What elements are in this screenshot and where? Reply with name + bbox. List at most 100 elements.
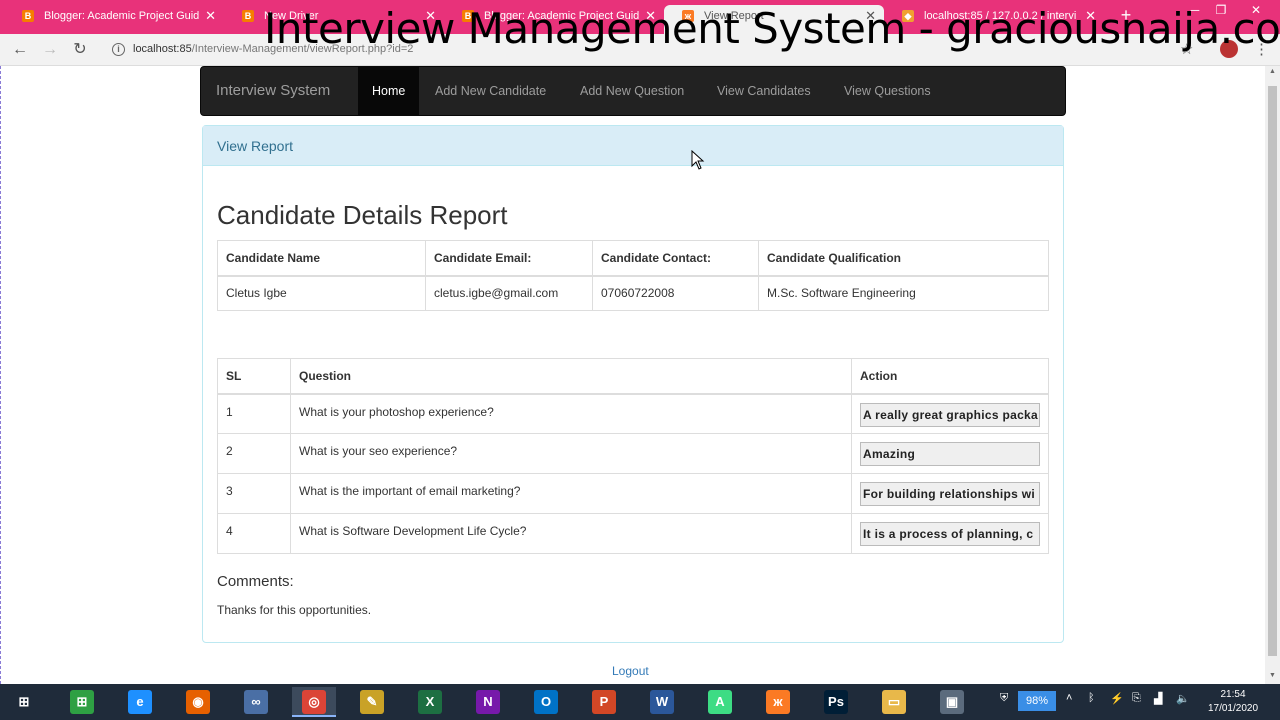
taskbar-app[interactable]: ⊞ xyxy=(2,687,46,717)
browser-tab[interactable]: B Blogger: Academic Project Guid ✕ xyxy=(4,5,224,34)
forward-icon[interactable]: → xyxy=(40,40,60,60)
candidate-name: Cletus Igbe xyxy=(217,275,426,311)
taskbar-app[interactable]: N xyxy=(466,687,510,717)
candidate-qualification: M.Sc. Software Engineering xyxy=(758,275,1049,311)
onenote-icon: N xyxy=(476,690,500,714)
taskbar-app[interactable]: A xyxy=(698,687,742,717)
store-icon: ⊞ xyxy=(70,690,94,714)
bluetooth-icon[interactable]: ᛒ xyxy=(1088,692,1095,704)
nav-add-new-candidate[interactable]: Add New Candidate xyxy=(421,67,560,115)
app-navbar: Interview System Home Add New Candidate … xyxy=(200,66,1066,116)
taskbar-app[interactable]: X xyxy=(408,687,452,717)
info-icon[interactable]: i xyxy=(112,43,125,56)
taskbar-app[interactable]: ▣ xyxy=(930,687,974,717)
column-header: Question xyxy=(290,358,852,395)
taskbar-app[interactable]: ж xyxy=(756,687,800,717)
volume-icon[interactable]: 🔈 xyxy=(1176,692,1190,705)
screen-recorder-icon: ▣ xyxy=(940,690,964,714)
comments-text: Thanks for this opportunities. xyxy=(217,603,372,617)
table-header-row: Candidate Name Candidate Email: Candidat… xyxy=(217,240,1049,277)
taskbar-app[interactable]: ◎ xyxy=(292,687,336,717)
table-row: 2 What is your seo experience? Amazing xyxy=(217,433,1049,474)
chevron-up-icon[interactable]: ˄ xyxy=(1066,692,1072,704)
comments-heading: Comments: xyxy=(217,573,294,590)
candidate-contact: 07060722008 xyxy=(592,275,759,311)
table-header-row: SL Question Action xyxy=(217,358,1049,395)
tab-label: Blogger: Academic Project Guid xyxy=(44,10,200,22)
question-text: What is Software Development Life Cycle? xyxy=(290,513,852,554)
column-header: Candidate Contact: xyxy=(592,240,759,277)
network-icon[interactable]: ⚡ xyxy=(1110,692,1124,705)
scrollbar[interactable]: ▲ ▼ xyxy=(1265,66,1280,684)
reload-icon[interactable]: ↻ xyxy=(70,40,90,60)
question-text: What is your seo experience? xyxy=(290,433,852,474)
battery-indicator[interactable]: 98% xyxy=(1018,691,1056,711)
answer-field[interactable]: Amazing xyxy=(860,442,1040,466)
answer-field[interactable]: It is a process of planning, c xyxy=(860,522,1040,546)
taskbar-app[interactable]: ⊞ xyxy=(60,687,104,717)
question-sl: 1 xyxy=(217,393,291,434)
logout-link[interactable]: Logout xyxy=(612,664,649,678)
blogger-icon: B xyxy=(22,10,34,22)
clock-time: 21:54 xyxy=(1220,689,1246,700)
chrome-icon: ◎ xyxy=(302,690,326,714)
questions-table: SL Question Action 1 What is your photos… xyxy=(217,358,1049,554)
clock-date: 17/01/2020 xyxy=(1207,703,1259,714)
outlook-icon: O xyxy=(534,690,558,714)
scroll-thumb[interactable] xyxy=(1268,86,1277,656)
taskbar-app[interactable]: Ps xyxy=(814,687,858,717)
nav-view-candidates[interactable]: View Candidates xyxy=(703,67,825,115)
file-explorer-icon: ▭ xyxy=(882,690,906,714)
candidate-table: Candidate Name Candidate Email: Candidat… xyxy=(217,240,1049,311)
excel-icon: X xyxy=(418,690,442,714)
blogger-icon: B xyxy=(242,10,254,22)
taskbar-app[interactable]: ▭ xyxy=(872,687,916,717)
scroll-down-icon[interactable]: ▼ xyxy=(1268,672,1277,679)
back-icon[interactable]: ← xyxy=(10,40,30,60)
column-header: Candidate Email: xyxy=(425,240,593,277)
shield-icon[interactable]: ⛨ xyxy=(1000,692,1008,705)
question-sl: 3 xyxy=(217,473,291,514)
windows-start-icon: ⊞ xyxy=(12,690,36,714)
panel-heading: View Report xyxy=(203,126,1063,166)
usb-icon[interactable]: ⎘ xyxy=(1132,692,1141,705)
column-header: Candidate Qualification xyxy=(758,240,1049,277)
table-row: 4 What is Software Development Life Cycl… xyxy=(217,513,1049,554)
nav-view-questions[interactable]: View Questions xyxy=(830,67,945,115)
question-text: What is your photoshop experience? xyxy=(290,393,852,434)
column-header: Action xyxy=(851,358,1049,395)
nav-add-new-question[interactable]: Add New Question xyxy=(566,67,698,115)
taskbar-app[interactable]: ∞ xyxy=(234,687,278,717)
column-header: SL xyxy=(217,358,291,395)
scroll-up-icon[interactable]: ▲ xyxy=(1268,68,1277,75)
report-panel: View Report Candidate Details Report Can… xyxy=(202,125,1064,643)
taskbar-app[interactable]: ◉ xyxy=(176,687,220,717)
navbar-brand[interactable]: Interview System xyxy=(216,82,330,99)
question-text: What is the important of email marketing… xyxy=(290,473,852,514)
answer-field[interactable]: For building relationships wi xyxy=(860,482,1040,506)
taskbar-app[interactable]: e xyxy=(118,687,162,717)
question-sl: 2 xyxy=(217,433,291,474)
taskbar-app[interactable]: P xyxy=(582,687,626,717)
xampp-icon: ж xyxy=(766,690,790,714)
powerpoint-icon: P xyxy=(592,690,616,714)
link-app-icon: ∞ xyxy=(244,690,268,714)
taskbar: ⊞ ⊞ e ◉ ∞ ◎ ✎ X N O P W Aж Ps ▭ ▣ ⛨ 98% ˄ ᛒ ⚡ ⎘ ▟ 🔈 21:… xyxy=(0,684,1280,720)
clock[interactable]: 21:54 17/01/2020 xyxy=(1198,688,1268,716)
close-icon[interactable]: ✕ xyxy=(205,5,216,27)
taskbar-app[interactable]: O xyxy=(524,687,568,717)
tools-icon: ✎ xyxy=(360,690,384,714)
mouse-cursor-icon xyxy=(691,150,705,170)
taskbar-app[interactable]: ✎ xyxy=(350,687,394,717)
taskbar-app[interactable]: W xyxy=(640,687,684,717)
overlay-title: Interview Management System - graciousna… xyxy=(264,4,1280,53)
word-icon: W xyxy=(650,690,674,714)
wifi-icon[interactable]: ▟ xyxy=(1154,692,1162,705)
firefox-icon: ◉ xyxy=(186,690,210,714)
nav-home[interactable]: Home xyxy=(358,67,420,115)
answer-field[interactable]: A really great graphics packa xyxy=(860,402,1040,427)
internet-explorer-icon: e xyxy=(128,690,152,714)
candidate-email: cletus.igbe@gmail.com xyxy=(425,275,593,311)
table-row: 3 What is the important of email marketi… xyxy=(217,473,1049,514)
column-header: Candidate Name xyxy=(217,240,426,277)
